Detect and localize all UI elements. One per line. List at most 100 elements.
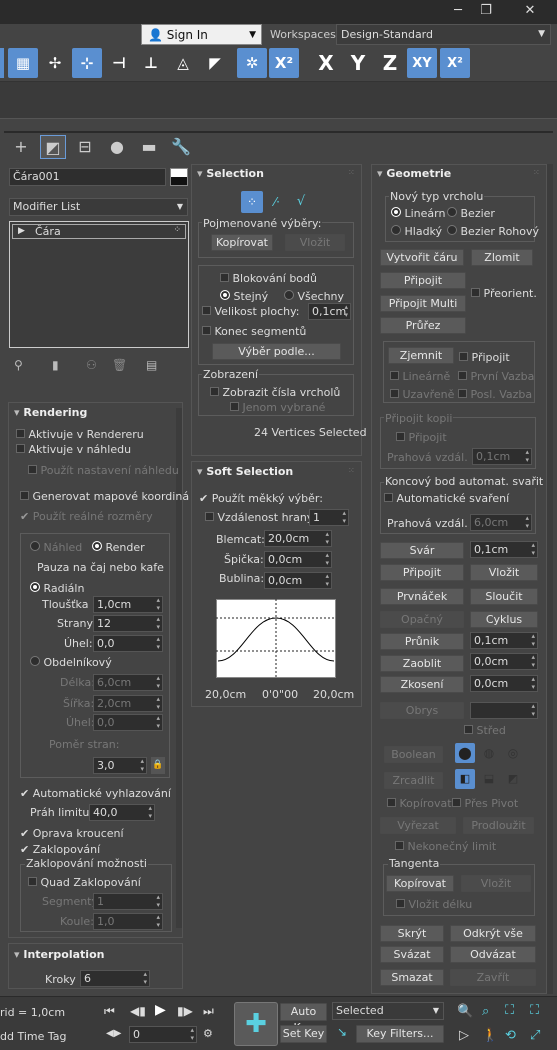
drag-handle-icon[interactable]: ⁙ xyxy=(533,168,540,177)
boolean-subtract-icon[interactable]: ◍ xyxy=(479,743,499,763)
checkbox[interactable] xyxy=(395,841,404,850)
create-tab-icon[interactable]: + xyxy=(8,135,34,159)
workspace-dropdown[interactable]: Design-Standard ▼ xyxy=(336,24,551,45)
snap-edge-icon[interactable]: ⊣ xyxy=(104,48,134,78)
display-tab-icon[interactable]: ▬ xyxy=(136,135,162,159)
axis-constraint-icon[interactable]: X² xyxy=(269,48,299,78)
radio[interactable] xyxy=(30,656,40,666)
next-frame-icon[interactable]: ▮▶ xyxy=(177,1004,193,1018)
set-key-button[interactable]: Set Key xyxy=(280,1025,327,1043)
mirror-both-icon[interactable]: ◩ xyxy=(503,769,523,789)
spline-subobject-icon[interactable]: √ xyxy=(290,191,312,213)
falloff-spinner[interactable]: 20,0cm xyxy=(264,530,332,547)
bubble-spinner[interactable]: 0,0cm xyxy=(264,572,332,589)
drag-handle-icon[interactable]: ⁙ xyxy=(348,466,355,475)
make-first-button[interactable]: Prvnáček xyxy=(380,588,464,605)
segments-spinner[interactable]: 1 xyxy=(93,893,163,910)
stack-item[interactable]: ▶ Čára ⁘ xyxy=(12,224,186,239)
cross-insert-button[interactable]: Průnik xyxy=(380,633,464,650)
zoom-extents-all-icon[interactable]: ⛶ xyxy=(530,1003,539,1018)
walk-through-icon[interactable]: 🚶 xyxy=(482,1028,498,1043)
bezier-corner-radio[interactable]: Bezier Rohový xyxy=(447,225,539,238)
radio[interactable] xyxy=(447,225,457,235)
pinch-spinner[interactable]: 0,0cm xyxy=(264,551,332,568)
radio[interactable] xyxy=(391,207,401,217)
checkbox[interactable] xyxy=(396,432,405,441)
threshold-spinner[interactable]: 40,0 xyxy=(89,804,155,821)
object-color-swatch[interactable] xyxy=(170,168,188,186)
paste-selection-button[interactable]: Vložit xyxy=(285,234,345,251)
cross-insert-spinner[interactable]: 0,1cm xyxy=(470,632,538,649)
unbind-button[interactable]: Odvázat xyxy=(450,946,536,963)
attach-multi-button[interactable]: Připojit Multi xyxy=(380,295,466,312)
snap-settings-icon[interactable]: ✲ xyxy=(237,48,267,78)
sides-spinner[interactable]: 12 xyxy=(93,615,163,632)
enable-viewport-checkbox[interactable]: Aktivuje v náhledu xyxy=(16,443,131,456)
checkbox[interactable] xyxy=(464,725,473,734)
interpolation-title[interactable]: Interpolation xyxy=(14,948,104,961)
lock-aspect-icon[interactable]: 🔒 xyxy=(151,757,165,774)
snap-grid-icon[interactable]: ▦ xyxy=(8,48,38,78)
mirror-horizontal-icon[interactable]: ◧ xyxy=(455,769,475,789)
create-line-button[interactable]: Vytvořit čáru xyxy=(380,249,464,266)
key-tangent-icon[interactable]: ↘ xyxy=(337,1025,347,1039)
infinite-bounds-checkbox[interactable]: Nekonečný limit xyxy=(395,840,496,853)
zoom-extents-icon[interactable]: ⛶ xyxy=(505,1003,514,1018)
all-radio[interactable]: Všechny xyxy=(284,290,344,303)
key-filters-button[interactable]: Key Filters... xyxy=(356,1025,444,1043)
object-name-field[interactable]: Čára001 xyxy=(9,168,166,186)
chamfer-button[interactable]: Zkosení xyxy=(380,676,464,693)
show-end-result-icon[interactable]: ▮ xyxy=(52,358,59,372)
rectangular-radio[interactable]: Obdelníkový xyxy=(30,656,112,669)
maximize-viewport-icon[interactable]: ⤢ xyxy=(530,1028,540,1043)
toolbar-handle[interactable] xyxy=(0,48,4,78)
close-icon[interactable]: ✕ xyxy=(510,0,550,22)
key-mode-icon[interactable]: ◀▶ xyxy=(106,1028,121,1039)
checkbox[interactable] xyxy=(16,429,25,438)
lock-handles-checkbox[interactable]: Blokování bodů xyxy=(220,272,317,285)
snap-vertex-icon[interactable]: ✢ xyxy=(40,48,70,78)
bezier-radio[interactable]: Bezier xyxy=(447,207,495,220)
length-spinner[interactable]: 6,0cm xyxy=(93,674,163,691)
auto-smooth-checkbox[interactable]: ✔ Automatické vyhlazování xyxy=(20,787,171,800)
remove-modifier-icon[interactable]: 🗑 xyxy=(112,358,127,372)
radio[interactable] xyxy=(220,290,230,300)
extend-button[interactable]: Prodloužit xyxy=(463,817,534,834)
radio[interactable] xyxy=(391,225,401,235)
selection-set-dropdown[interactable]: Selected ▼ xyxy=(332,1002,444,1020)
bind-button[interactable]: Svázat xyxy=(380,946,444,963)
bind-first-checkbox[interactable]: První Vazba xyxy=(458,370,534,383)
drag-handle-icon[interactable]: ⁙ xyxy=(348,168,355,177)
vertex-subobject-icon[interactable]: ⁘ xyxy=(241,191,263,213)
refine-button[interactable]: Zjemnit xyxy=(388,347,454,364)
aspect-spinner[interactable]: 3,0 xyxy=(93,757,147,774)
gen-mapping-checkbox[interactable]: Generovat mapové koordiná xyxy=(20,490,189,503)
axis-xy-cycle-button[interactable]: X² xyxy=(440,48,470,78)
auto-key-button[interactable]: Auto Key xyxy=(280,1003,327,1034)
boolean-intersect-icon[interactable]: ◎ xyxy=(503,743,523,763)
field-of-view-icon[interactable]: ▷ xyxy=(459,1028,469,1043)
modifier-list-dropdown[interactable]: Modifier List ▼ xyxy=(9,198,188,216)
chamfer-spinner[interactable]: 0,0cm xyxy=(470,675,538,692)
utilities-tab-icon[interactable]: 🔧 xyxy=(168,135,194,159)
outline-spinner[interactable] xyxy=(470,702,538,719)
goto-end-icon[interactable]: ⏭ xyxy=(203,1004,214,1019)
tangent-copy-button[interactable]: Kopírovat xyxy=(386,875,454,892)
motion-tab-icon[interactable]: ● xyxy=(104,135,130,159)
auto-weld-checkbox[interactable]: Automatické svaření xyxy=(384,492,509,505)
mirror-button[interactable]: Zrcadlit xyxy=(384,772,443,789)
boolean-button[interactable]: Boolean xyxy=(384,746,443,763)
copy-selection-button[interactable]: Kopírovat xyxy=(211,234,273,251)
unhide-all-button[interactable]: Odkrýt vše xyxy=(450,925,536,942)
break-button[interactable]: Zlomit xyxy=(471,249,533,266)
snap-perp-icon[interactable]: ◬ xyxy=(168,48,198,78)
checkbox[interactable] xyxy=(390,371,399,380)
segment-end-checkbox[interactable]: Konec segmentů xyxy=(202,325,306,338)
expand-icon[interactable]: ▶ xyxy=(18,226,25,236)
make-unique-icon[interactable]: ⚇ xyxy=(86,358,97,372)
selected-only-checkbox[interactable]: Jenom vybrané xyxy=(230,401,325,414)
rollout-scrollbar[interactable] xyxy=(176,408,182,928)
time-config-icon[interactable]: ⚙ xyxy=(203,1027,213,1040)
frame-spinner[interactable]: 0 xyxy=(129,1026,197,1043)
threshold-dist-spinner[interactable]: 0,1cm xyxy=(472,448,532,465)
